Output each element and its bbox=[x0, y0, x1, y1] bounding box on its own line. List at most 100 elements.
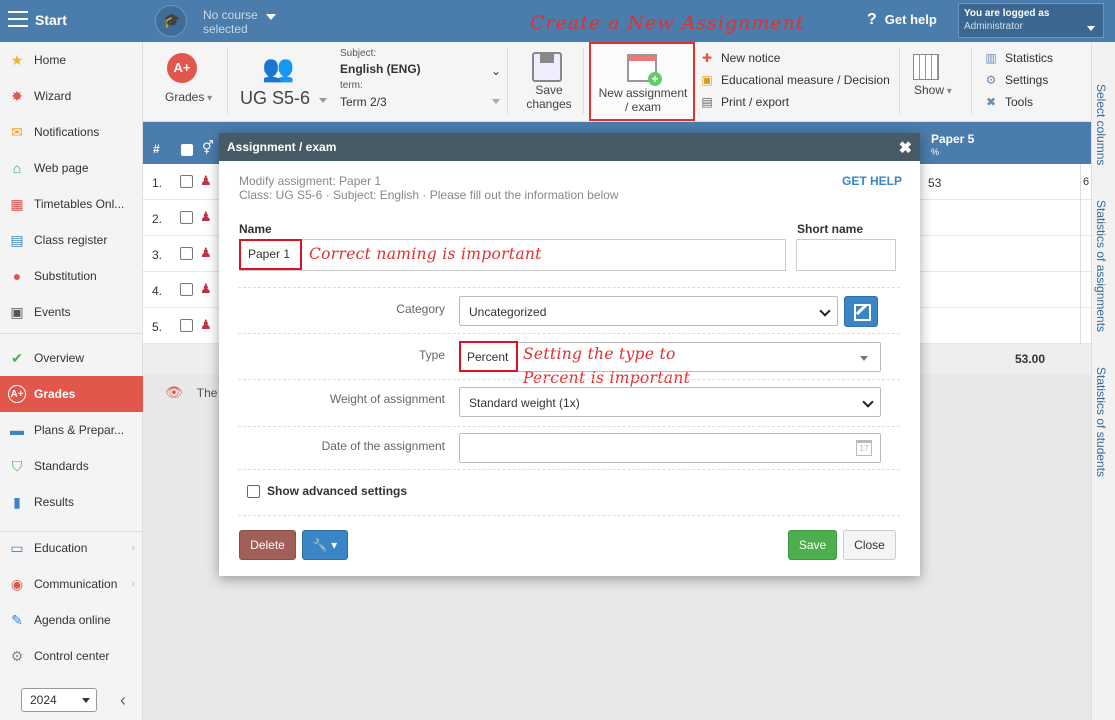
collapse-sidebar-icon[interactable]: ‹ bbox=[120, 690, 126, 711]
sidebar-item-notifications[interactable]: ✉ Notifications bbox=[0, 114, 143, 150]
shield-icon: ⛉ bbox=[11, 458, 23, 474]
print-export-link[interactable]: ▤ Print / export bbox=[699, 95, 789, 109]
paper5-column-header[interactable]: Paper 5 bbox=[931, 132, 974, 146]
new-assignment-label: New assignment / exam bbox=[593, 86, 693, 114]
bar-chart-icon: ▮ bbox=[13, 494, 21, 510]
term-select[interactable]: Term 2/3 bbox=[340, 95, 387, 109]
hamburger-menu-icon[interactable] bbox=[8, 11, 28, 29]
start-link[interactable]: Start bbox=[35, 12, 67, 28]
column-divider bbox=[1080, 272, 1081, 308]
grades-menu-button[interactable]: Grades bbox=[165, 90, 212, 104]
statistics-students-tab[interactable]: Statistics of students bbox=[1094, 367, 1108, 477]
envelope-icon: ✉ bbox=[11, 124, 23, 140]
settings-link[interactable]: ⚙ Settings bbox=[983, 73, 1049, 87]
grades-icon[interactable]: A+ bbox=[167, 53, 197, 83]
house-icon: ⌂ bbox=[12, 160, 22, 176]
edit-category-button[interactable] bbox=[844, 296, 878, 327]
calendar-icon[interactable]: 17 bbox=[856, 440, 872, 456]
show-menu-button[interactable]: Show bbox=[914, 83, 952, 97]
tools-label: Tools bbox=[1005, 95, 1034, 109]
sidebar-item-timetables-onl[interactable]: ▦ Timetables Onl... bbox=[0, 186, 143, 222]
sidebar-item-web-page[interactable]: ⌂ Web page bbox=[0, 150, 143, 186]
sidebar-item-home[interactable]: ★ Home bbox=[0, 42, 143, 78]
sidebar-item-education[interactable]: ▭ Education › bbox=[0, 530, 143, 566]
row-number: 3. bbox=[152, 248, 163, 262]
graduation-cap-icon[interactable] bbox=[155, 5, 187, 37]
book-icon: ▭ bbox=[10, 540, 24, 556]
sidebar-item-results[interactable]: ▮ Results bbox=[0, 484, 143, 520]
plans-icon: ▬ bbox=[10, 422, 24, 438]
eye-slash-icon: 👁 bbox=[165, 384, 183, 400]
sidebar-item-label: Communication bbox=[34, 577, 118, 591]
course-caret-icon[interactable] bbox=[266, 14, 276, 20]
row-checkbox[interactable] bbox=[180, 175, 193, 188]
sidebar-divider bbox=[0, 333, 143, 334]
class-caret-icon[interactable] bbox=[319, 98, 327, 103]
sidebar-item-agenda-online[interactable]: ✎ Agenda online bbox=[0, 602, 143, 638]
weight-select[interactable]: Standard weight (1x) bbox=[459, 387, 881, 417]
close-button[interactable]: Close bbox=[843, 530, 896, 560]
row-checkbox[interactable] bbox=[180, 247, 193, 260]
save-changes-button[interactable]: Save changes bbox=[524, 83, 574, 111]
select-all-checkbox[interactable] bbox=[181, 144, 193, 156]
save-button[interactable]: Save bbox=[788, 530, 837, 560]
statistics-link[interactable]: ▥ Statistics bbox=[983, 51, 1053, 65]
sidebar-item-communication[interactable]: ◉ Communication › bbox=[0, 566, 143, 602]
category-select[interactable]: Uncategorized bbox=[459, 296, 838, 326]
row-checkbox[interactable] bbox=[180, 319, 193, 332]
name-label: Name bbox=[239, 222, 272, 236]
course-selector[interactable]: No course selected bbox=[203, 8, 258, 36]
sidebar-item-control-center[interactable]: ⚙ Control center bbox=[0, 638, 143, 674]
subject-select[interactable]: English (ENG) bbox=[340, 62, 421, 76]
tools-link[interactable]: ✖ Tools bbox=[983, 95, 1033, 109]
statistics-assignments-tab[interactable]: Statistics of assignments bbox=[1094, 200, 1108, 332]
class-selector[interactable]: UG S5-6 bbox=[240, 88, 310, 109]
sidebar-item-grades[interactable]: A+ Grades bbox=[0, 376, 143, 412]
floppy-disk-icon[interactable] bbox=[532, 52, 562, 82]
get-help-button[interactable]: GET HELP bbox=[842, 174, 902, 188]
delete-button[interactable]: Delete bbox=[239, 530, 296, 560]
row-edge-value: 6 bbox=[1083, 176, 1090, 188]
settings-label: Settings bbox=[1005, 73, 1049, 87]
date-input[interactable]: 17 bbox=[459, 433, 881, 463]
paper5-cell[interactable]: 53 bbox=[928, 176, 941, 190]
sidebar-item-class-register[interactable]: ▤ Class register bbox=[0, 222, 143, 258]
new-notice-link[interactable]: ✚ New notice bbox=[699, 51, 780, 65]
sidebar-item-events[interactable]: ▣ Events bbox=[0, 294, 143, 330]
sidebar-item-substitution[interactable]: ● Substitution bbox=[0, 258, 143, 294]
sidebar-item-overview[interactable]: ✔ Overview bbox=[0, 340, 143, 376]
class-avatar-icon[interactable]: 👥 bbox=[262, 52, 294, 84]
subject-chevron-icon[interactable]: ⌄ bbox=[491, 64, 501, 78]
row-checkbox[interactable] bbox=[180, 283, 193, 296]
select-columns-tab[interactable]: Select columns bbox=[1094, 84, 1108, 165]
year-select[interactable]: 2024 bbox=[21, 688, 97, 712]
weight-value: Standard weight (1x) bbox=[469, 396, 580, 410]
get-help-link[interactable]: ? Get help bbox=[867, 11, 937, 29]
close-icon[interactable]: ✖ bbox=[899, 138, 912, 158]
educational-measure-link[interactable]: ▣ Educational measure / Decision bbox=[699, 73, 889, 87]
new-assignment-button[interactable]: New assignment / exam bbox=[589, 42, 695, 121]
sidebar-item-wizard[interactable]: ✸ Wizard bbox=[0, 78, 143, 114]
right-vertical-tabs: Select columns Statistics of assignments… bbox=[1091, 42, 1115, 720]
grades-icon: A+ bbox=[8, 385, 26, 403]
tools-dropdown-button[interactable]: 🔧 ▾ bbox=[302, 530, 348, 560]
sidebar-item-plans-prepar[interactable]: ▬ Plans & Prepar... bbox=[0, 412, 143, 448]
statistics-label: Statistics bbox=[1005, 51, 1054, 65]
short-name-input[interactable] bbox=[796, 239, 896, 271]
student-avatar-icon: ♟ bbox=[200, 209, 212, 224]
category-label: Category bbox=[396, 302, 445, 316]
columns-grid-icon[interactable] bbox=[913, 54, 939, 80]
logged-as-label: You are logged as bbox=[964, 8, 1050, 19]
advanced-settings-checkbox[interactable] bbox=[247, 485, 260, 498]
sidebar-item-label: Notifications bbox=[34, 125, 100, 139]
sidebar-item-standards[interactable]: ⛉ Standards bbox=[0, 448, 143, 484]
row-checkbox[interactable] bbox=[180, 211, 193, 224]
term-caret-icon[interactable] bbox=[492, 99, 500, 104]
chevron-right-icon: › bbox=[131, 578, 135, 590]
student-avatar-icon: ♟ bbox=[200, 317, 212, 332]
pin-icon: ✚ bbox=[701, 51, 713, 65]
advanced-settings-label[interactable]: Show advanced settings bbox=[267, 484, 407, 498]
user-menu[interactable]: You are logged as Administrator bbox=[958, 3, 1104, 38]
sidebar-item-label: Control center bbox=[34, 649, 110, 663]
chevron-down-icon bbox=[862, 396, 874, 408]
